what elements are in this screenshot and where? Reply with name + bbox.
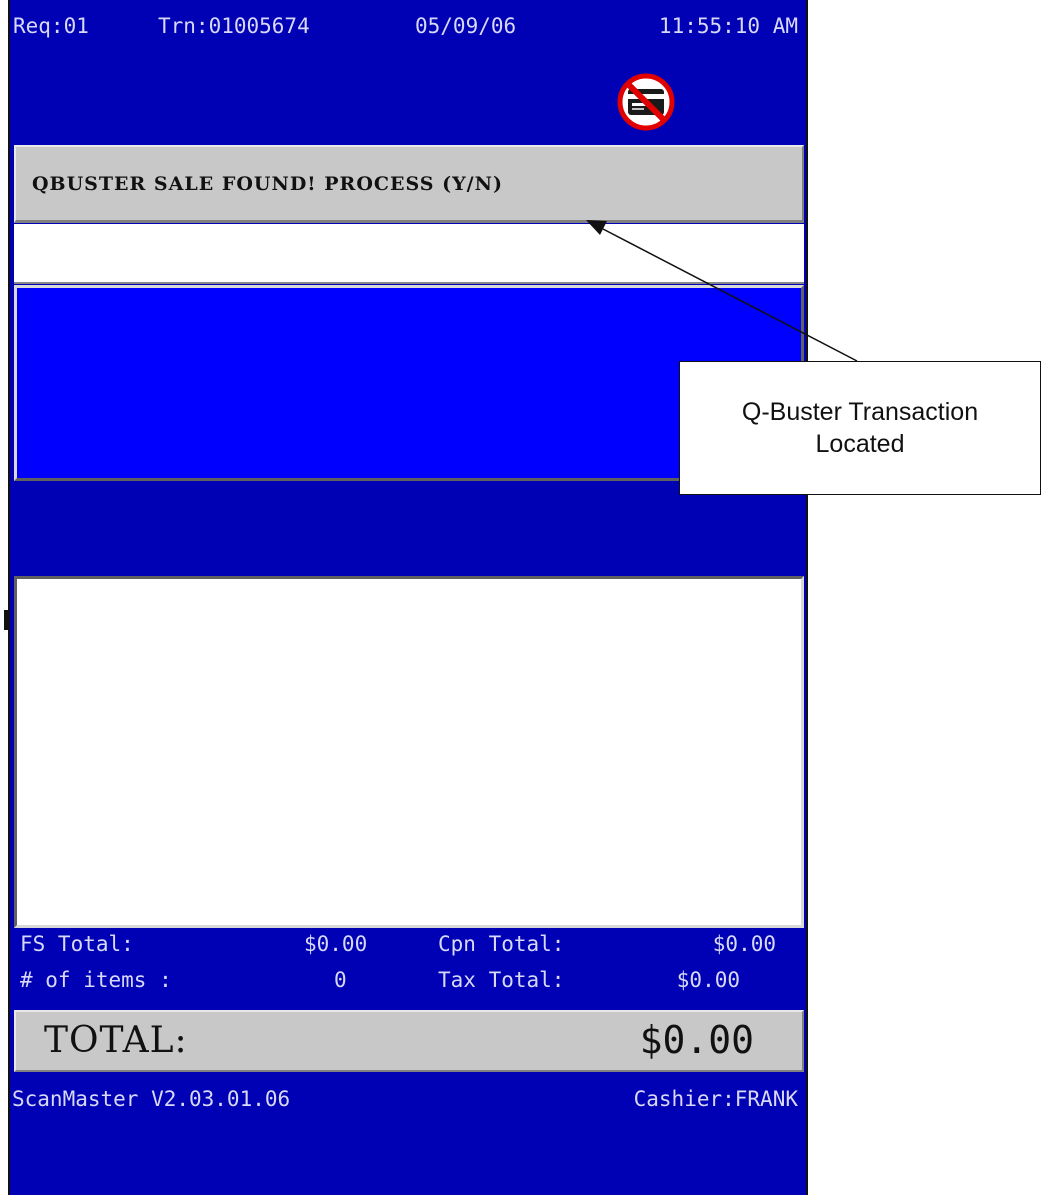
tax-total-value: $0.00 <box>676 968 740 992</box>
cashier-name: Cashier:FRANK <box>633 1087 798 1111</box>
callout-box: Q-Buster Transaction Located <box>679 361 1041 495</box>
grand-total-value: $0.00 <box>639 1018 754 1062</box>
pos-screen: Req:01 Trn:01005674 05/09/06 11:55:10 AM… <box>8 0 808 1195</box>
no-credit-card-icon <box>617 73 675 131</box>
command-input[interactable] <box>14 224 804 284</box>
grand-total-label: TOTAL: <box>44 1020 188 1061</box>
item-list[interactable] <box>14 576 804 928</box>
status-header: Req:01 Trn:01005674 05/09/06 11:55:10 AM <box>10 0 806 50</box>
callout-text: Q-Buster Transaction Located <box>741 397 979 459</box>
item-count-value: 0 <box>334 968 347 992</box>
tax-total-label: Tax Total: <box>438 968 565 992</box>
app-version: ScanMaster V2.03.01.06 <box>12 1087 291 1111</box>
coupon-total-label: Cpn Total: <box>438 932 565 956</box>
coupon-total-value: $0.00 <box>712 932 776 956</box>
totals-panel: FS Total: $0.00 Cpn Total: $0.00 # of it… <box>10 928 806 1008</box>
prompt-message: QBUSTER SALE FOUND! PROCESS (Y/N) <box>32 173 503 195</box>
fs-total-label: FS Total: <box>20 932 134 956</box>
register-number: Req:01 <box>13 14 89 38</box>
date-display: 05/09/06 <box>415 14 517 38</box>
prompt-bar: QBUSTER SALE FOUND! PROCESS (Y/N) <box>14 145 804 223</box>
footer-bar: ScanMaster V2.03.01.06 Cashier:FRANK <box>10 1075 806 1120</box>
window-edge-marker <box>4 610 8 630</box>
item-count-label: # of items : <box>20 968 172 992</box>
transaction-number: Trn:01005674 <box>158 14 310 38</box>
grand-total-bar: TOTAL: $0.00 <box>14 1010 804 1072</box>
time-display: 11:55:10 AM <box>658 14 798 38</box>
fs-total-value: $0.00 <box>304 932 368 956</box>
